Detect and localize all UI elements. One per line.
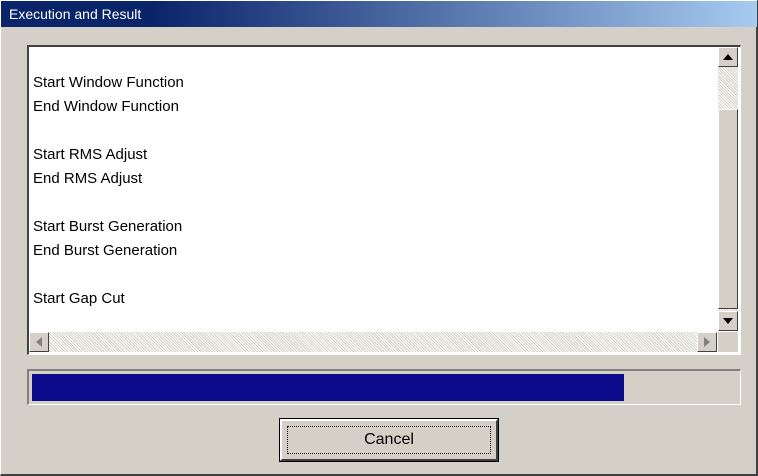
scroll-down-button[interactable] [718,311,738,331]
log-line: End Burst Generation [33,242,178,259]
log-line: End RMS Adjust [33,170,143,187]
log-line: Start Gap Cut [33,290,125,307]
progress-fill [32,374,625,401]
scroll-right-arrow-icon [704,337,710,347]
window-title: Execution and Result [1,1,757,27]
cancel-button[interactable]: Cancel [279,418,499,462]
log-line: Start Window Function [33,74,184,91]
cancel-button-label: Cancel [364,431,414,448]
scrollbar-corner [718,332,738,352]
vertical-scroll-thumb[interactable] [718,109,738,309]
scroll-up-arrow-icon [723,54,733,60]
scroll-down-arrow-icon [723,318,733,324]
scroll-left-arrow-icon [36,337,42,347]
log-line: Start RMS Adjust [33,146,148,163]
execution-dialog: Execution and Result Start Window Functi… [0,0,758,476]
progress-bar [27,369,741,405]
log-text-area[interactable]: Start Window Function End Window Functio… [27,45,741,355]
horizontal-scrollbar[interactable] [29,332,717,352]
scroll-left-button[interactable] [29,332,49,352]
log-line: Start Burst Generation [33,218,183,235]
scroll-right-button[interactable] [697,332,717,352]
log-lines: Start Window Function End Window Functio… [33,71,713,311]
scroll-up-button[interactable] [718,47,738,67]
vertical-scrollbar[interactable] [718,47,738,331]
log-line: End Window Function [33,98,179,115]
